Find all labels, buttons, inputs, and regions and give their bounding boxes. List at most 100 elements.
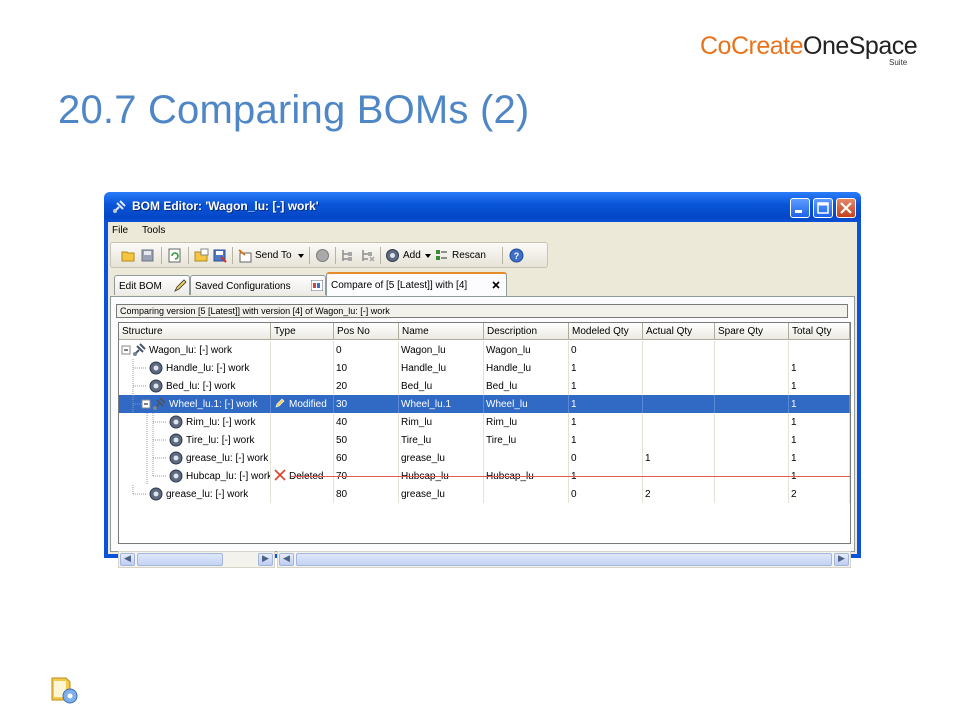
- toolbar-separator: [502, 247, 503, 264]
- table-row[interactable]: grease_lu: [-] work 60 grease_lu 0 1 1: [119, 449, 850, 467]
- col-spare-qty-cell: [715, 485, 789, 503]
- col-structure-cell: Handle_lu: [-] work: [164, 359, 271, 377]
- col-description-cell: Tire_lu: [484, 431, 569, 449]
- col-modeled-qty-cell: 1: [569, 413, 643, 431]
- col-spare-qty-cell: [715, 395, 789, 413]
- col-pos-no-cell: 20: [334, 377, 399, 395]
- tab-close-icon[interactable]: [492, 281, 500, 289]
- table-row[interactable]: Wagon_lu: [-] work 0 Wagon_lu Wagon_lu 0: [119, 341, 850, 359]
- window-titlebar[interactable]: BOM Editor: 'Wagon_lu: [-] work': [104, 192, 861, 222]
- scroll-thumb[interactable]: [137, 553, 223, 566]
- col-structure-cell: Rim_lu: [-] work: [184, 413, 271, 431]
- col-spare-qty[interactable]: Spare Qty: [715, 323, 789, 340]
- brand-logo: CoCreateOneSpace: [700, 32, 918, 60]
- tab-saved-configurations[interactable]: Saved Configurations: [190, 275, 326, 295]
- scroll-left-button[interactable]: ◀: [279, 553, 294, 566]
- brand-part1: CoCreate: [700, 32, 804, 60]
- col-structure[interactable]: Structure: [119, 323, 271, 340]
- col-total-qty[interactable]: Total Qty: [789, 323, 850, 340]
- col-name-cell: Bed_lu: [399, 377, 484, 395]
- part-icon: [149, 379, 163, 393]
- col-pos-no-cell: 30: [334, 395, 399, 413]
- col-spare-qty-cell: [715, 341, 789, 359]
- rescan-icon[interactable]: [434, 248, 449, 263]
- brand-suite: Suite: [889, 58, 908, 67]
- scroll-right-button[interactable]: ▶: [834, 553, 849, 566]
- minimize-icon: [795, 210, 802, 213]
- col-name-cell: grease_lu: [399, 449, 484, 467]
- tree-add-icon[interactable]: [340, 248, 355, 263]
- col-pos-no[interactable]: Pos No: [334, 323, 399, 340]
- scroll-thumb[interactable]: [296, 553, 832, 566]
- save-icon[interactable]: [140, 248, 155, 263]
- scroll-left-button[interactable]: ◀: [120, 553, 135, 566]
- pencil-icon: [174, 279, 187, 292]
- col-type-cell: [271, 341, 334, 359]
- table-row[interactable]: Handle_lu: [-] work 10 Handle_lu Handle_lu 1…: [119, 359, 850, 377]
- send-to-icon[interactable]: [237, 248, 252, 263]
- add-part-icon[interactable]: [385, 248, 400, 263]
- scroll-right-button[interactable]: ▶: [258, 553, 273, 566]
- col-type[interactable]: Type: [271, 323, 334, 340]
- col-total-qty-cell: 1: [789, 413, 850, 431]
- modified-pencil-icon: [275, 398, 285, 408]
- minimize-button[interactable]: [790, 198, 810, 218]
- table-row[interactable]: Hubcap_lu: [-] workDeleted70Hubcap_luHub…: [119, 467, 850, 485]
- stop-icon[interactable]: [315, 248, 330, 263]
- col-type-cell: [271, 485, 334, 503]
- close-icon: [840, 202, 852, 214]
- col-total-qty-cell: 2: [789, 485, 850, 503]
- col-modeled-qty-cell: 1: [569, 359, 643, 377]
- columns-hscrollbar[interactable]: ◀ ▶: [277, 551, 851, 568]
- col-spare-qty-cell: [715, 359, 789, 377]
- bom-editor-window: BOM Editor: 'Wagon_lu: [-] work' File To…: [104, 192, 861, 568]
- col-spare-qty-cell: [715, 377, 789, 395]
- help-icon[interactable]: ?: [509, 248, 524, 263]
- part-icon: [149, 487, 163, 501]
- table-row[interactable]: Rim_lu: [-] work 40 Rim_lu Rim_lu 1 1: [119, 413, 850, 431]
- table-row[interactable]: grease_lu: [-] work 80 grease_lu 0 2 2: [119, 485, 850, 503]
- dropdown-arrow-icon[interactable]: [298, 254, 304, 258]
- window-title: BOM Editor: 'Wagon_lu: [-] work': [132, 199, 319, 213]
- part-icon: [169, 415, 183, 429]
- maximize-button[interactable]: [813, 198, 833, 218]
- tab-compare[interactable]: Compare of [5 [Latest]] with [4]: [326, 272, 507, 296]
- refresh-icon[interactable]: [167, 248, 182, 263]
- col-type-cell: [271, 377, 334, 395]
- col-type-cell: [271, 413, 334, 431]
- save-config-icon[interactable]: [212, 248, 227, 263]
- col-actual-qty[interactable]: Actual Qty: [643, 323, 715, 340]
- col-structure-cell: Wheel_lu.1: [-] work: [167, 395, 271, 413]
- rescan-button[interactable]: Rescan: [452, 250, 486, 261]
- open-config-icon[interactable]: [194, 248, 209, 263]
- configurations-icon: [311, 280, 323, 291]
- tree-remove-icon[interactable]: [360, 248, 375, 263]
- open-folder-icon[interactable]: [121, 248, 136, 263]
- col-description-cell: [484, 449, 569, 467]
- col-description-cell: Wheel_lu: [484, 395, 569, 413]
- tab-edit-bom[interactable]: Edit BOM: [114, 275, 190, 295]
- table-row[interactable]: Wheel_lu.1: [-] work Modified 30 Wheel_lu.1…: [119, 395, 850, 413]
- col-structure-cell: grease_lu: [-] work: [184, 449, 271, 467]
- table-row[interactable]: Tire_lu: [-] work 50 Tire_lu Tire_lu 1 1: [119, 431, 850, 449]
- col-actual-qty-cell: [643, 377, 715, 395]
- col-actual-qty-cell: [643, 395, 715, 413]
- menu-tools[interactable]: Tools: [142, 225, 165, 236]
- col-modeled-qty[interactable]: Modeled Qty: [569, 323, 643, 340]
- col-total-qty-cell: 1: [789, 377, 850, 395]
- col-name[interactable]: Name: [399, 323, 484, 340]
- close-button[interactable]: [836, 198, 856, 218]
- col-structure-cell: Hubcap_lu: [-] work: [184, 467, 271, 485]
- dropdown-arrow-icon[interactable]: [425, 254, 431, 258]
- col-actual-qty-cell: 1: [643, 449, 715, 467]
- col-description[interactable]: Description: [484, 323, 569, 340]
- part-icon: [149, 361, 163, 375]
- table-row[interactable]: Bed_lu: [-] work 20 Bed_lu Bed_lu 1 1: [119, 377, 850, 395]
- col-pos-no-cell: 80: [334, 485, 399, 503]
- menu-file[interactable]: File: [112, 225, 128, 236]
- structure-hscrollbar[interactable]: ◀ ▶: [118, 551, 275, 568]
- add-button[interactable]: Add: [403, 250, 421, 261]
- send-to-button[interactable]: Send To: [255, 250, 292, 261]
- compare-info-bar: Comparing version [5 [Latest]] with vers…: [116, 304, 848, 318]
- col-total-qty-cell: 1: [789, 359, 850, 377]
